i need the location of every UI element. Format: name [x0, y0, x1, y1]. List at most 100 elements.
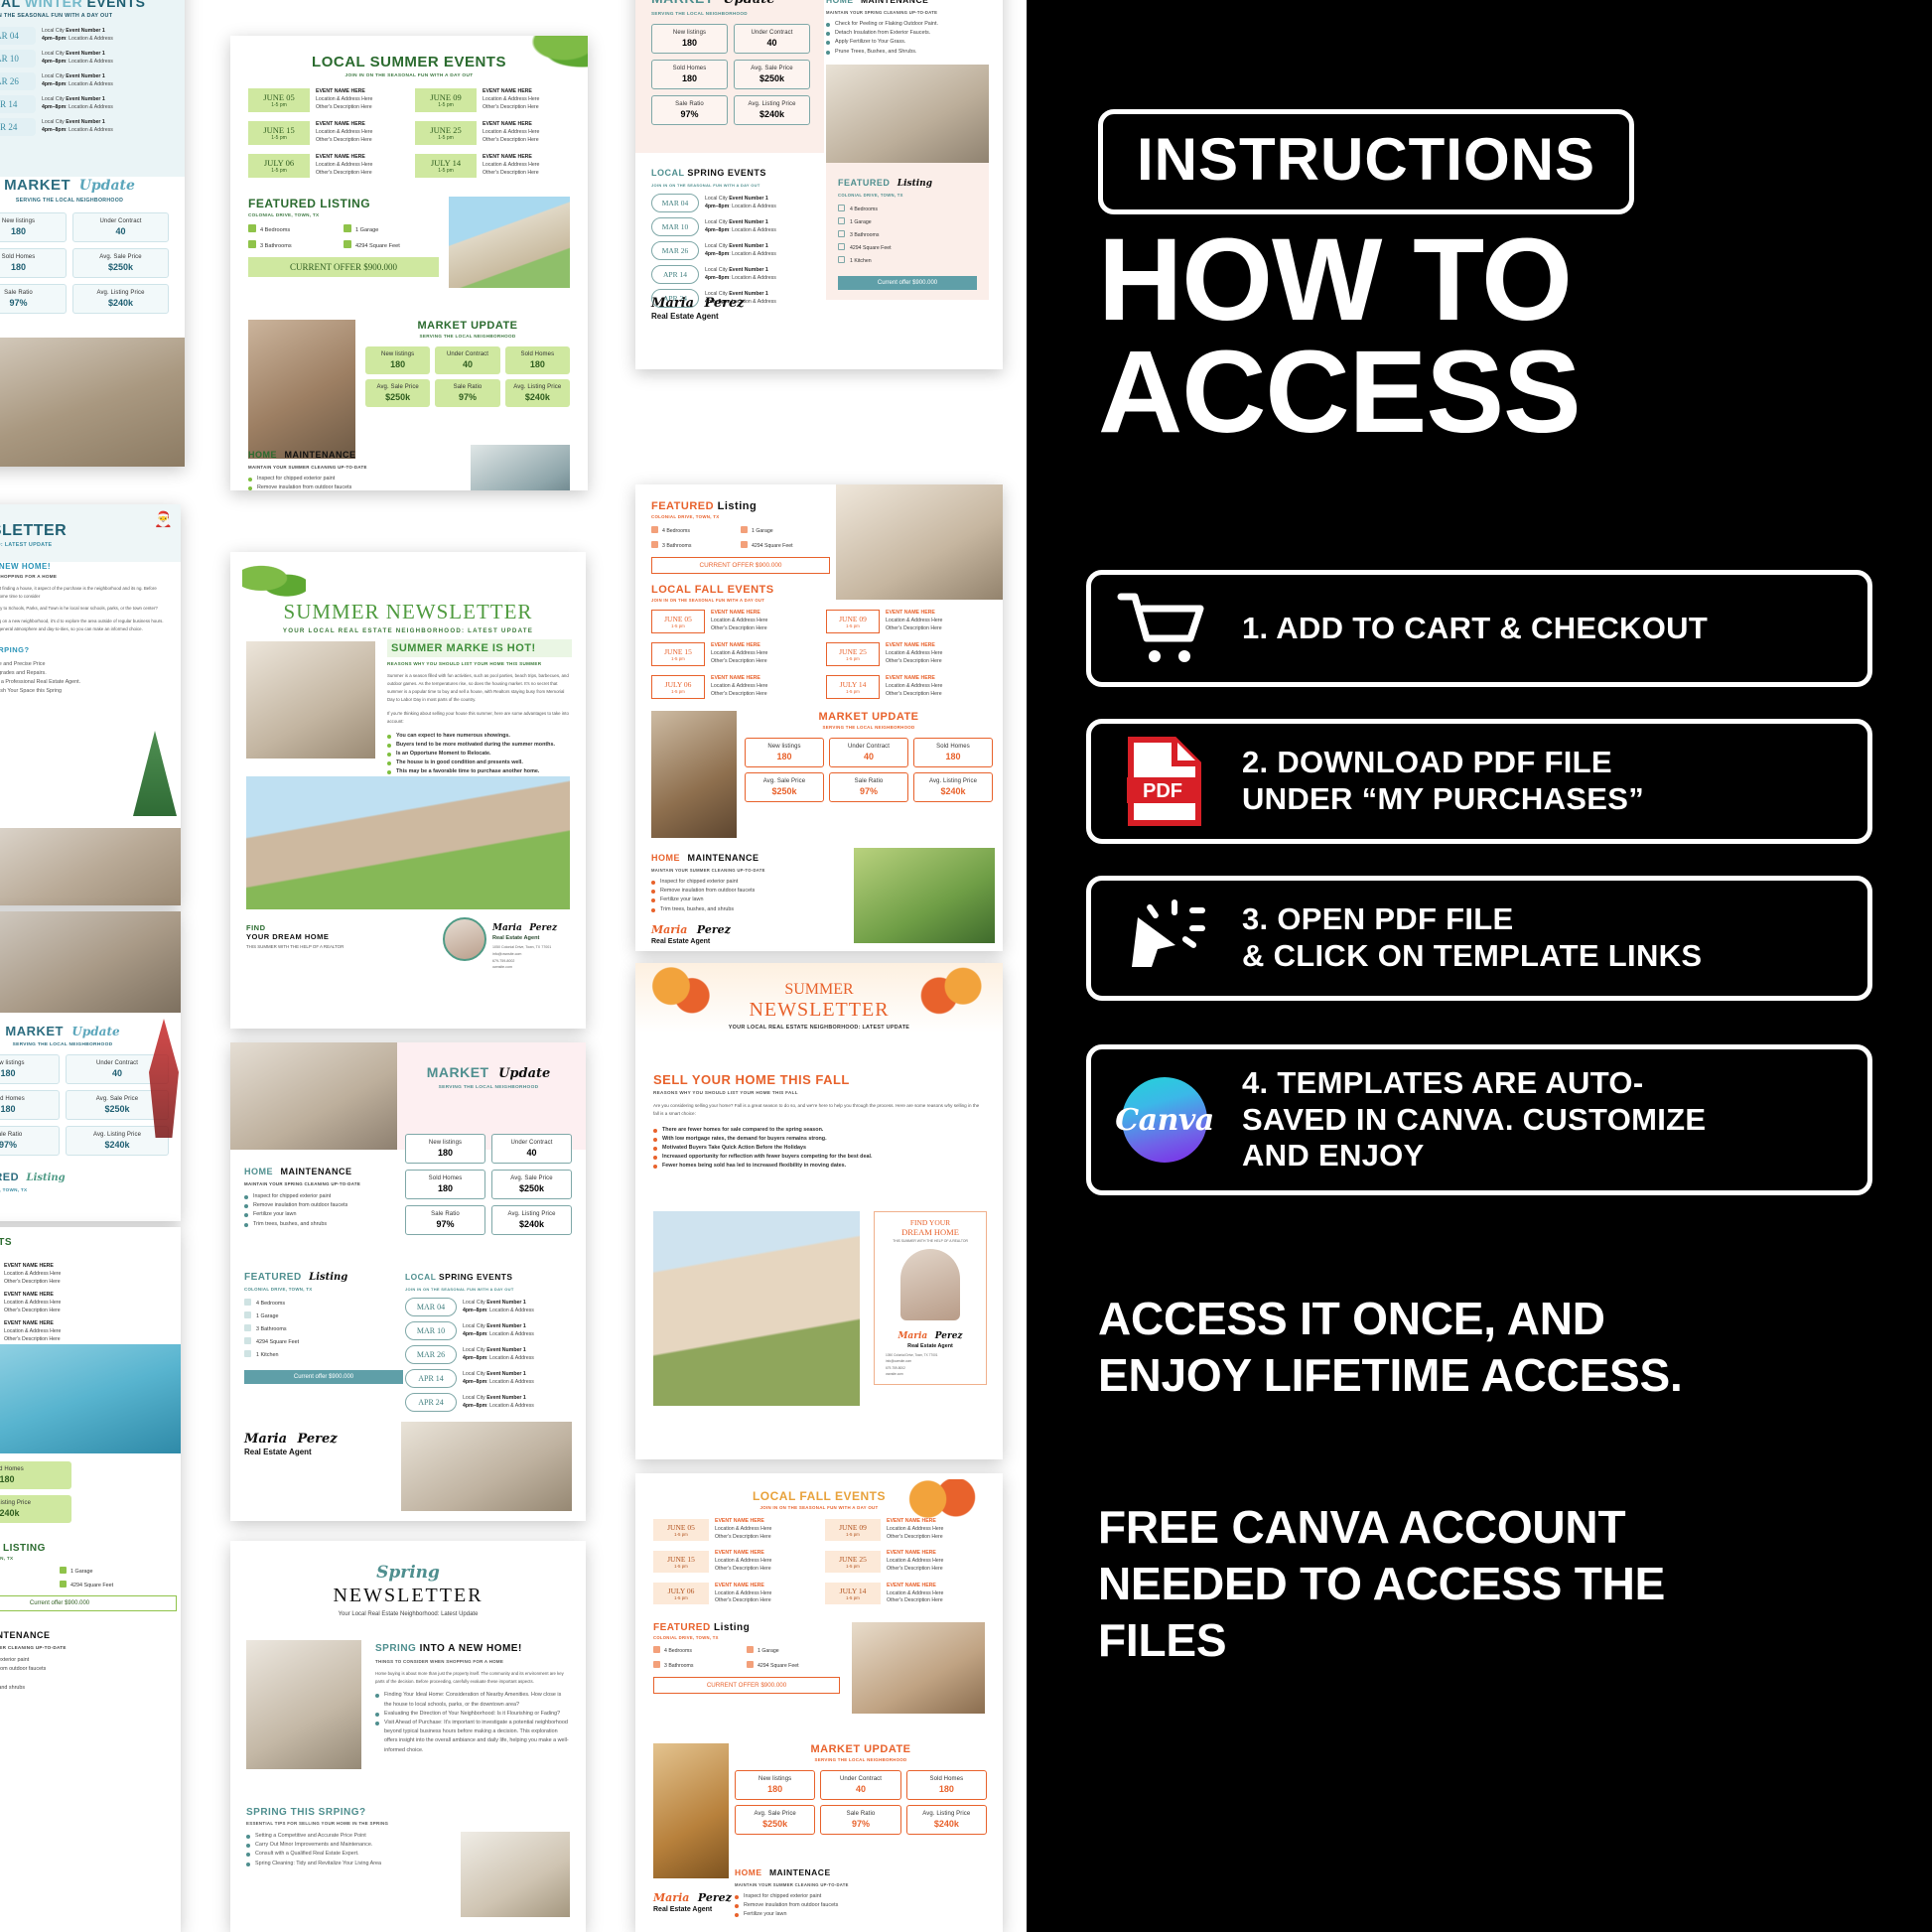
- event-row[interactable]: JUNE 25 1-5 pm EVENT NAME HERE Location & A…: [826, 642, 989, 666]
- step-4-canva[interactable]: Canva 4. TEMPLATES ARE AUTO- SAVED IN CA…: [1086, 1044, 1872, 1195]
- spring-events-subtitle: JOIN IN ON THE SEASONAL FUN WITH A DAY O…: [405, 1287, 514, 1292]
- template-card-summer-newsletter[interactable]: SUMMER NEWSLETTER YOUR LOCAL REAL ESTATE…: [230, 552, 586, 1029]
- step-3-text: 3. OPEN PDF FILE & CLICK ON TEMPLATE LIN…: [1242, 901, 1702, 974]
- event-row[interactable]: APR 24 Local City Event Number 1 4pm–8pm…: [0, 118, 169, 136]
- summer-events-subtitle: FUN WITH A DAY OUT: [0, 1250, 177, 1255]
- fall-newsletter-subtitle: YOUR LOCAL REAL ESTATE NEIGHBORHOOD: LAT…: [728, 1025, 910, 1031]
- event-row[interactable]: JUNE 05 1-5 pm EVENT NAME HERE Location & A…: [651, 610, 814, 633]
- home-maintenance-list: Inspect for chipped exterior paint Remov…: [0, 1656, 177, 1693]
- stat-cell: Sold Homes180: [0, 248, 67, 278]
- event-row[interactable]: APR 14 Local City Event Number 1 4pm–8pm: …: [651, 265, 810, 284]
- event-meta: EVENT NAME HERE Location & Address Here Ot…: [483, 88, 540, 110]
- template-card-fall-newsletter[interactable]: SUMMER NEWSLETTER YOUR LOCAL REAL ESTATE…: [635, 963, 1003, 1459]
- template-card-spring-newsletter[interactable]: Spring NEWSLETTER Your Local Real Estate…: [230, 1541, 586, 1932]
- event-row[interactable]: JUNE 15 1-5 pm EVENT NAME HERE Location & A…: [653, 1550, 813, 1574]
- template-card-summer-events-small[interactable]: MER EVENTS FUN WITH A DAY OUT JUNE 09 1-…: [0, 1227, 181, 1932]
- event-row[interactable]: MAR 26 Local City Event Number 1 4pm–8pm: …: [405, 1345, 572, 1364]
- step-3-open-pdf[interactable]: 3. OPEN PDF FILE & CLICK ON TEMPLATE LIN…: [1086, 876, 1872, 1001]
- winter-events-list: MAR 04 Local City Event Number 1 4pm–8pm…: [0, 27, 169, 136]
- event-date: JUNE 15 1-5 pm: [653, 1551, 709, 1574]
- spring-events-title: LOCAL: [405, 1272, 440, 1282]
- event-meta: Local City Event Number 1 4pm–8pm: Locati…: [705, 266, 776, 281]
- event-row[interactable]: MAR 26 Local City Event Number 1 4pm–8pm…: [0, 72, 169, 90]
- event-row[interactable]: JULY 14 1-5 pm EVENT NAME HERELocation &…: [0, 1320, 177, 1344]
- template-card-winter-events[interactable]: LOCAL WINTER EVENTS JOIN IN ON THE SEASO…: [0, 0, 185, 467]
- event-row[interactable]: JUNE 25 1-5 pm EVENT NAME HERELocation &…: [0, 1292, 177, 1315]
- template-card-fall-featured[interactable]: FEATURED Listing COLONIAL DRIVE, TOWN, T…: [635, 484, 1003, 951]
- tip-item: Stay Competitive and Precise Price: [0, 660, 166, 669]
- tip-item: Assistance from a Professional Real Esta…: [0, 678, 166, 687]
- garden-photo: [854, 848, 995, 943]
- event-row[interactable]: JUNE 05 1-5 pm EVENT NAME HERE Location &…: [248, 88, 403, 112]
- step-2-download-pdf[interactable]: PDF 2. DOWNLOAD PDF FILE UNDER “MY PURCH…: [1086, 719, 1872, 844]
- current-offer-badge[interactable]: Current offer $900.000: [838, 276, 977, 290]
- event-row[interactable]: APR 24 Local City Event Number 1 4pm–8pm: …: [405, 1393, 572, 1412]
- event-date: JUNE 09 1-5 pm: [415, 88, 477, 112]
- event-row[interactable]: MAR 04 Local City Event Number 1 4pm–8pm: …: [651, 194, 810, 212]
- spring-newsletter-heading: SPRING: [375, 1643, 420, 1654]
- event-date: JULY 14 1-5 pm: [415, 154, 477, 178]
- canva-logo-icon: Canva: [1113, 1074, 1216, 1166]
- event-row[interactable]: JULY 14 1-5 pm EVENT NAME HERE Location & A…: [826, 675, 989, 699]
- event-date: JUNE 25 1-5 pm: [415, 121, 477, 145]
- agent-contact: ownsite.com: [492, 965, 512, 970]
- event-row[interactable]: JULY 06 1-5 pm EVENT NAME HERE Location & A…: [653, 1583, 813, 1605]
- template-card-fall-events[interactable]: LOCAL FALL EVENTS JOIN IN ON THE SEASONA…: [635, 1473, 1003, 1932]
- template-gallery: LOCAL WINTER EVENTS JOIN IN ON THE SEASO…: [0, 0, 1027, 1932]
- stat-cell: Avg. Listing Price$240k: [905, 1805, 987, 1835]
- event-row[interactable]: MAR 26 Local City Event Number 1 4pm–8pm: …: [651, 241, 810, 260]
- event-row[interactable]: APR 14 Local City Event Number 1 4pm–8pm…: [0, 95, 169, 113]
- template-card-summer-events[interactable]: LOCAL SUMMER EVENTS JOIN IN ON THE SEASO…: [230, 36, 588, 490]
- home-maintenance-subtitle: MAINTAIN YOUR SPRING CLEANING UP-TO-DATE: [826, 10, 938, 15]
- stat-cell: Avg. Sale Price $250k: [491, 1170, 572, 1199]
- feature-item: 4 Bedrooms: [244, 1298, 403, 1311]
- template-card-spring-market[interactable]: MARKET Update SERVING THE LOCAL NEIGHBOR…: [635, 0, 1003, 369]
- event-row[interactable]: MAR 10 Local City Event Number 1 4pm–8pm: …: [405, 1321, 572, 1340]
- event-row[interactable]: APR 14 Local City Event Number 1 4pm–8pm: …: [405, 1369, 572, 1388]
- current-offer-badge[interactable]: Current offer $900.000: [244, 1369, 403, 1384]
- market-update-subtitle: SERVING THE LOCAL NEIGHBORHOOD: [822, 725, 915, 730]
- event-date: MAR 26: [651, 241, 699, 260]
- stat-cell: New listings180: [745, 738, 824, 767]
- event-row[interactable]: JUNE 09 1-5 pm EVENT NAME HERE Location & A…: [825, 1518, 985, 1541]
- event-row[interactable]: JUNE 15 1-5 pm EVENT NAME HERE Location & A…: [651, 642, 814, 666]
- event-row[interactable]: JUNE 15 1-5 pm EVENT NAME HERE Location &…: [248, 121, 403, 145]
- event-row[interactable]: JULY 14 1-5 pm EVENT NAME HERELocation &…: [415, 154, 570, 178]
- event-row[interactable]: JUNE 09 1-5 pm EVENT NAME HERELocation &…: [0, 1263, 177, 1287]
- event-row[interactable]: MAR 04 Local City Event Number 1 4pm–8pm: …: [405, 1298, 572, 1316]
- step-1-add-to-cart[interactable]: 1. ADD TO CART & CHECKOUT: [1086, 570, 1872, 687]
- event-row[interactable]: JULY 06 1-5 pm EVENT NAME HERE Location & A…: [651, 675, 814, 699]
- event-row[interactable]: MAR 04 Local City Event Number 1 4pm–8pm…: [0, 27, 169, 45]
- event-row[interactable]: JUNE 25 1-5 pm EVENT NAME HERE Location & A…: [825, 1550, 985, 1574]
- event-row[interactable]: JUNE 09 1-5 pm EVENT NAME HERELocation &…: [415, 88, 570, 112]
- winter-newsletter-question: TER THIS SRPING?: [0, 644, 30, 654]
- area-icon: [60, 1581, 67, 1587]
- event-date: MAR 10: [405, 1321, 457, 1340]
- template-card-spring-market-featured[interactable]: MARKET Update SERVING THE LOCAL NEIGHBOR…: [230, 1042, 586, 1521]
- event-meta: Local City Event Number 1 4pm–8pm: Locati…: [463, 1394, 534, 1409]
- event-row[interactable]: JUNE 25 1-5 pm EVENT NAME HERELocation &…: [415, 121, 570, 145]
- stat-cell: New listings180: [365, 346, 431, 374]
- maintenance-item: Trim trees, bushes, and shrubs: [0, 1684, 177, 1693]
- event-row[interactable]: JUNE 05 1-5 pm EVENT NAME HERE Location & A…: [653, 1518, 813, 1541]
- bullet-item: The house is in good condition and prese…: [387, 759, 572, 767]
- summer-events-title: MER EVENTS: [0, 1237, 13, 1248]
- current-offer-badge[interactable]: CURRENT OFFER $900.000: [651, 557, 830, 574]
- feature-item: 1 Garage: [60, 1567, 177, 1575]
- template-card-market-featured[interactable]: MARKET Update SERVING THE LOCAL NEIGHBOR…: [0, 911, 181, 1221]
- current-offer-badge[interactable]: CURRENT OFFER $900.000: [653, 1677, 840, 1695]
- event-row[interactable]: JUNE 09 1-5 pm EVENT NAME HERE Location & A…: [826, 610, 989, 633]
- stat-cell: Avg. Listing Price$240k: [66, 1126, 169, 1156]
- click-cursor-icon: [1113, 893, 1216, 984]
- event-row[interactable]: JULY 14 1-5 pm EVENT NAME HERE Location & A…: [825, 1583, 985, 1605]
- bed-icon: [651, 526, 658, 533]
- shopping-cart-icon: [1113, 583, 1216, 674]
- home-maintenance-title: HOME: [735, 1867, 762, 1877]
- event-row[interactable]: JULY 06 1-5 pm EVENT NAME HERE Location &…: [248, 154, 403, 178]
- current-offer-badge[interactable]: CURRENT OFFER $900.000: [248, 257, 439, 277]
- template-card-winter-newsletter[interactable]: 🎅 NEWSLETTER NEIGHBORHOOD: LATEST UPDATE…: [0, 504, 181, 905]
- bullet-item: Motivated Buyers Take Quick Action Befor…: [653, 1144, 985, 1153]
- event-row[interactable]: MAR 10 Local City Event Number 1 4pm–8pm…: [0, 50, 169, 68]
- event-row[interactable]: MAR 10 Local City Event Number 1 4pm–8pm: …: [651, 217, 810, 236]
- current-offer-badge[interactable]: Current offer $900.000: [0, 1595, 177, 1611]
